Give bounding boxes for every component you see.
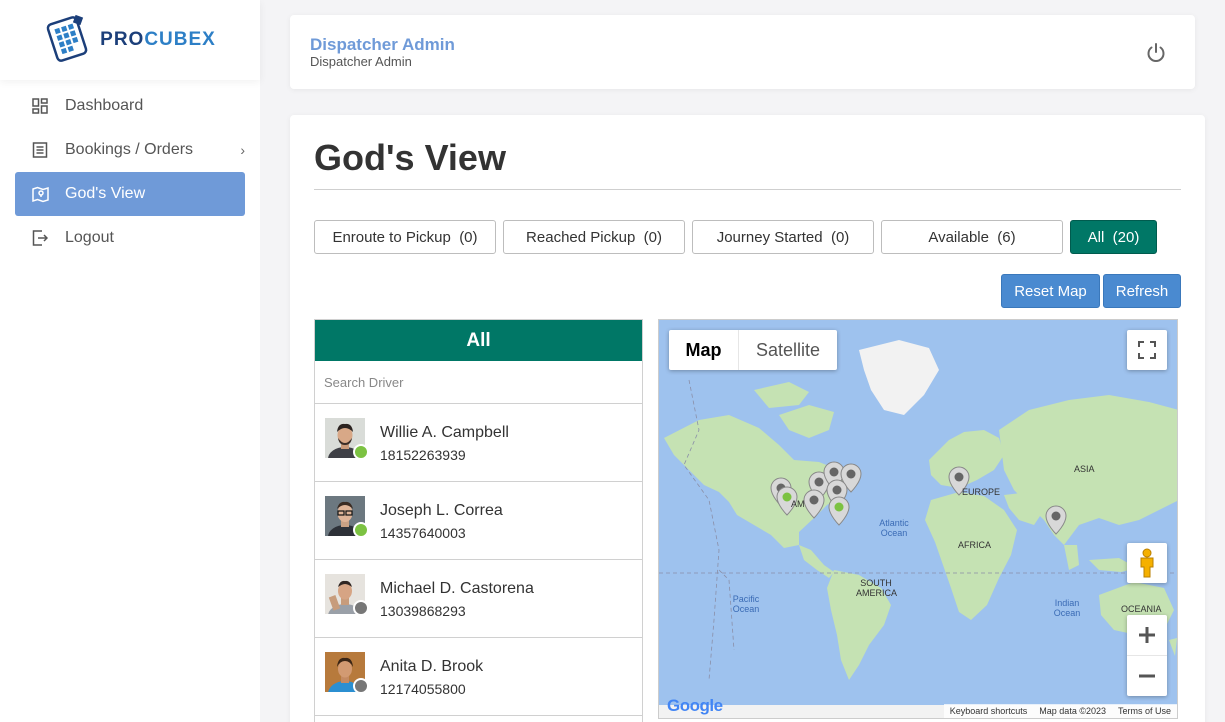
driver-phone: 14357640003: [380, 525, 466, 541]
online-status-dot: [353, 522, 369, 538]
driver-row[interactable]: Michael D. Castorena 13039868293: [315, 560, 642, 638]
sidebar-item-dashboard[interactable]: Dashboard: [15, 84, 245, 128]
filter-available-button[interactable]: Available (6): [881, 220, 1063, 254]
offline-status-dot: [353, 600, 369, 616]
map-label-europe: EUROPE: [962, 487, 1001, 497]
sidebar-item-label: Logout: [65, 229, 114, 246]
map-attribution: Keyboard shortcuts Map data ©2023 Terms …: [943, 704, 1177, 718]
map-data-text: Map data ©2023: [1039, 706, 1106, 716]
map-type-satellite-button[interactable]: Satellite: [739, 330, 837, 370]
sidebar-item-label: God's View: [65, 185, 146, 202]
sidebar: PROCUBEX Dashboard Bookings / Orders › G…: [0, 0, 260, 722]
title-divider: [314, 189, 1181, 190]
user-role-subtitle: Dispatcher Admin: [310, 54, 412, 69]
driver-name: Willie A. Campbell: [380, 424, 509, 441]
driver-row[interactable]: Anita D. Brook 12174055800: [315, 638, 642, 716]
fullscreen-icon: [1138, 341, 1156, 359]
map-label-atlantic: Atlantic Ocean: [879, 518, 909, 538]
driver-name: Michael D. Castorena: [380, 580, 534, 597]
filter-reached-button[interactable]: Reached Pickup (0): [503, 220, 685, 254]
online-status-dot: [353, 444, 369, 460]
map-label-north-america: AM: [791, 499, 805, 509]
map-label-indian: Indian Ocean: [1053, 598, 1081, 618]
sidebar-item-label: Dashboard: [65, 97, 144, 114]
filter-all-button[interactable]: All (20): [1070, 220, 1157, 254]
map-label-pacific: Pacific Ocean: [732, 594, 760, 614]
chevron-right-icon: ›: [240, 142, 245, 158]
keyboard-shortcuts-link[interactable]: Keyboard shortcuts: [950, 706, 1028, 716]
offline-status-dot: [353, 678, 369, 694]
driver-row[interactable]: Joseph L. Correa 14357640003: [315, 482, 642, 560]
driver-phone: 13039868293: [380, 603, 466, 619]
top-header: Dispatcher Admin Dispatcher Admin: [290, 15, 1195, 89]
fullscreen-button[interactable]: [1127, 330, 1167, 370]
map-pin-icon: [31, 185, 49, 203]
driver-phone: 12174055800: [380, 681, 466, 697]
sidebar-item-logout[interactable]: Logout: [15, 216, 245, 260]
logo[interactable]: PROCUBEX: [0, 0, 260, 80]
filter-journey-button[interactable]: Journey Started (0): [692, 220, 874, 254]
driver-name: Anita D. Brook: [380, 658, 484, 675]
sidebar-item-bookings[interactable]: Bookings / Orders ›: [15, 128, 245, 172]
map-label-oceania: OCEANIA: [1121, 604, 1162, 614]
dashboard-icon: [31, 97, 49, 115]
sidebar-menu: Dashboard Bookings / Orders › God's View: [0, 82, 260, 260]
brand-name: PROCUBEX: [100, 29, 216, 50]
plus-icon: [1139, 627, 1155, 643]
map-type-toggle: Map Satellite: [669, 330, 837, 370]
sidebar-item-label: Bookings / Orders: [65, 141, 194, 158]
sidebar-item-gods-view[interactable]: God's View: [15, 172, 245, 216]
zoom-in-button[interactable]: [1127, 616, 1167, 656]
driver-search: [315, 361, 642, 404]
driver-panel-title: All: [315, 320, 642, 361]
driver-row[interactable]: Willie A. Campbell 18152263939: [315, 404, 642, 482]
reset-map-button[interactable]: Reset Map: [1001, 274, 1100, 308]
zoom-out-button[interactable]: [1127, 656, 1167, 696]
refresh-button[interactable]: Refresh: [1103, 274, 1181, 308]
minus-icon: [1139, 674, 1155, 677]
map-label-africa: AFRICA: [958, 540, 992, 550]
world-map[interactable]: ASIA EUROPE AFRICA SOUTH AMERICA OCEANIA…: [658, 319, 1178, 719]
user-role-title: Dispatcher Admin: [310, 35, 455, 54]
search-driver-input[interactable]: [324, 374, 624, 390]
street-view-pegman[interactable]: [1127, 543, 1167, 583]
power-icon[interactable]: [1145, 42, 1167, 64]
logout-icon: [31, 229, 49, 247]
map-label-asia: ASIA: [1074, 464, 1095, 474]
driver-name: Joseph L. Correa: [380, 502, 503, 519]
driver-panel: All Willie A. Campbell 18152263939: [314, 319, 643, 722]
zoom-controls: [1127, 615, 1167, 696]
page-title: God's View: [314, 137, 506, 178]
driver-phone: 18152263939: [380, 447, 466, 463]
document-list-icon: [31, 141, 49, 159]
pegman-icon: [1140, 548, 1154, 578]
filter-enroute-button[interactable]: Enroute to Pickup (0): [314, 220, 496, 254]
map-label-south-america: SOUTH AMERICA: [856, 578, 898, 598]
map-type-map-button[interactable]: Map: [669, 330, 739, 370]
google-logo: Google: [667, 696, 723, 715]
cube-logo-icon: [46, 14, 88, 62]
terms-link[interactable]: Terms of Use: [1118, 706, 1171, 716]
main-card: God's View Enroute to Pickup (0) Reached…: [290, 115, 1205, 722]
